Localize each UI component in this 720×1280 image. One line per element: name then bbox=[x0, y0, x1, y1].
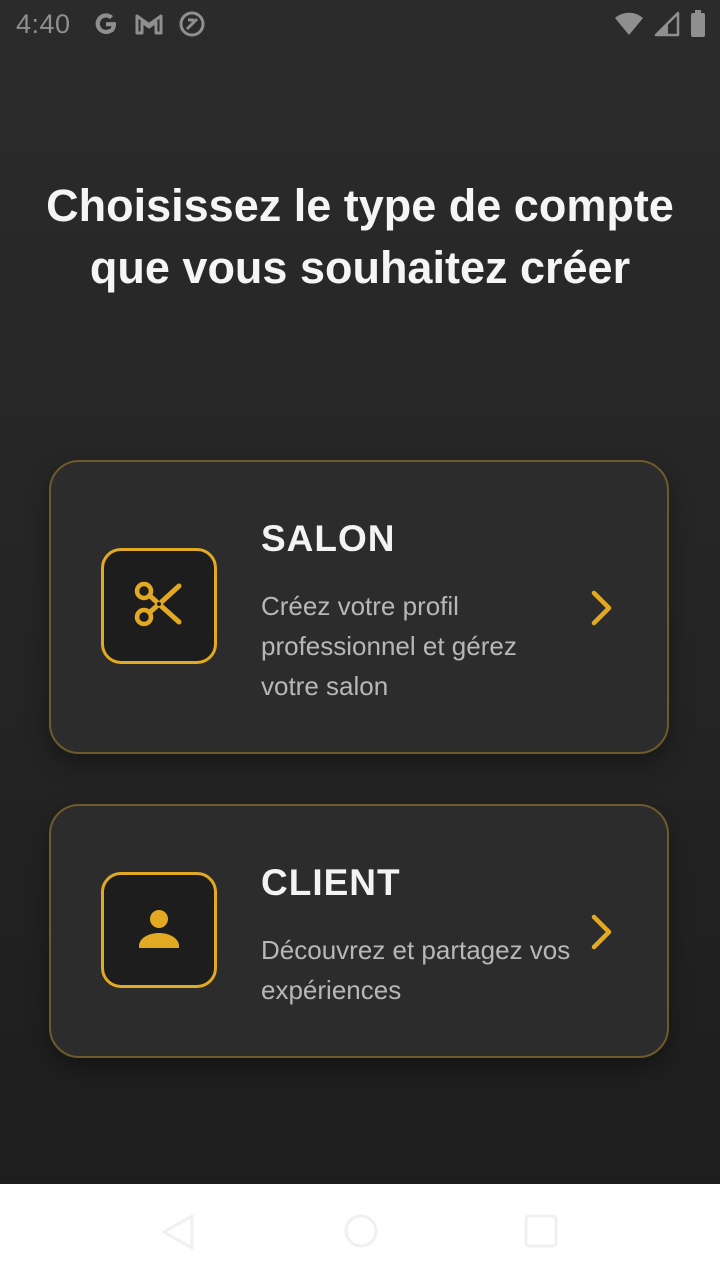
back-icon[interactable] bbox=[162, 1214, 194, 1255]
chevron-right-icon bbox=[591, 590, 612, 626]
client-card-title: CLIENT bbox=[261, 862, 401, 903]
salon-card-description: Créez votre profil professionnel et gére… bbox=[261, 591, 517, 701]
status-bar: 4:40 bbox=[0, 0, 720, 48]
client-account-card[interactable]: CLIENT Découvrez et partagez vos expérie… bbox=[49, 804, 669, 1058]
salon-icon-box bbox=[101, 548, 217, 664]
status-left-icons bbox=[92, 10, 206, 38]
scissors-icon bbox=[131, 576, 187, 637]
status-right-icons bbox=[614, 10, 706, 38]
battery-icon bbox=[690, 10, 706, 38]
wifi-icon bbox=[614, 11, 644, 37]
sync-icon bbox=[178, 10, 206, 38]
home-icon[interactable] bbox=[344, 1214, 378, 1253]
google-icon bbox=[92, 10, 120, 38]
navigation-bar bbox=[0, 1184, 720, 1280]
page-title: Choisissez le type de compte que vous so… bbox=[46, 180, 674, 293]
chevron-right-icon bbox=[591, 914, 612, 950]
salon-account-card[interactable]: SALON Créez votre profil professionnel e… bbox=[49, 460, 669, 754]
signal-icon bbox=[654, 11, 680, 37]
gmail-icon bbox=[134, 11, 164, 37]
recents-icon[interactable] bbox=[524, 1214, 558, 1253]
person-icon bbox=[135, 904, 183, 957]
status-time: 4:40 bbox=[16, 9, 71, 39]
client-card-description: Découvrez et partagez vos expériences bbox=[261, 935, 571, 1005]
salon-card-title: SALON bbox=[261, 518, 396, 559]
client-icon-box bbox=[101, 872, 217, 988]
